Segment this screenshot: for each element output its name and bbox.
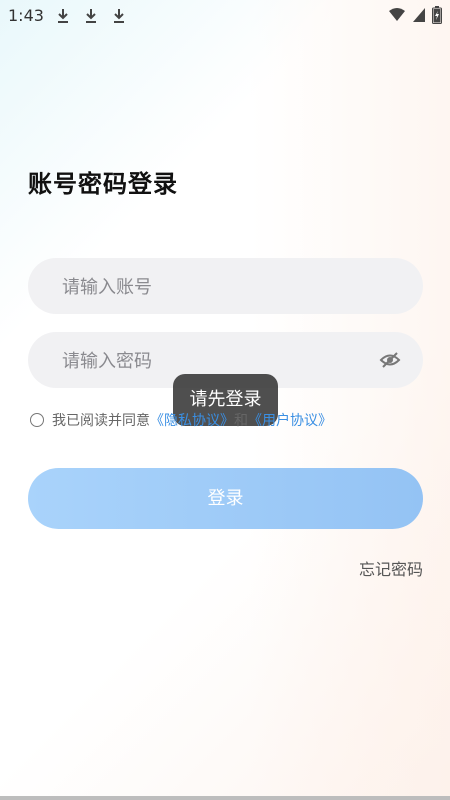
login-button[interactable]: 登录 bbox=[28, 468, 423, 529]
status-bar: 1:43 bbox=[0, 0, 450, 32]
battery-charging-icon bbox=[432, 6, 442, 24]
download-icon bbox=[86, 9, 96, 23]
agreement-and: 和 bbox=[234, 413, 248, 429]
background-tint bbox=[250, 0, 450, 800]
account-field[interactable] bbox=[28, 258, 423, 316]
status-time: 1:43 bbox=[8, 6, 44, 25]
wifi-icon bbox=[389, 8, 405, 21]
signal-icon bbox=[413, 8, 425, 22]
agreement-checkbox[interactable] bbox=[30, 413, 44, 427]
account-input[interactable] bbox=[60, 258, 364, 316]
download-icon bbox=[114, 9, 124, 23]
eye-off-icon[interactable] bbox=[379, 350, 401, 370]
page-title: 账号密码登录 bbox=[28, 170, 178, 198]
forgot-password-link[interactable]: 忘记密码 bbox=[359, 556, 423, 580]
agreement-row: 我已阅读并同意 《隐私协议》 和 《用户协议》 bbox=[30, 410, 332, 430]
privacy-agreement-link[interactable]: 《隐私协议》 bbox=[150, 410, 234, 430]
download-icon bbox=[58, 9, 68, 23]
user-agreement-link[interactable]: 《用户协议》 bbox=[248, 410, 332, 430]
agreement-prefix: 我已阅读并同意 bbox=[52, 413, 150, 429]
home-indicator bbox=[0, 796, 450, 800]
